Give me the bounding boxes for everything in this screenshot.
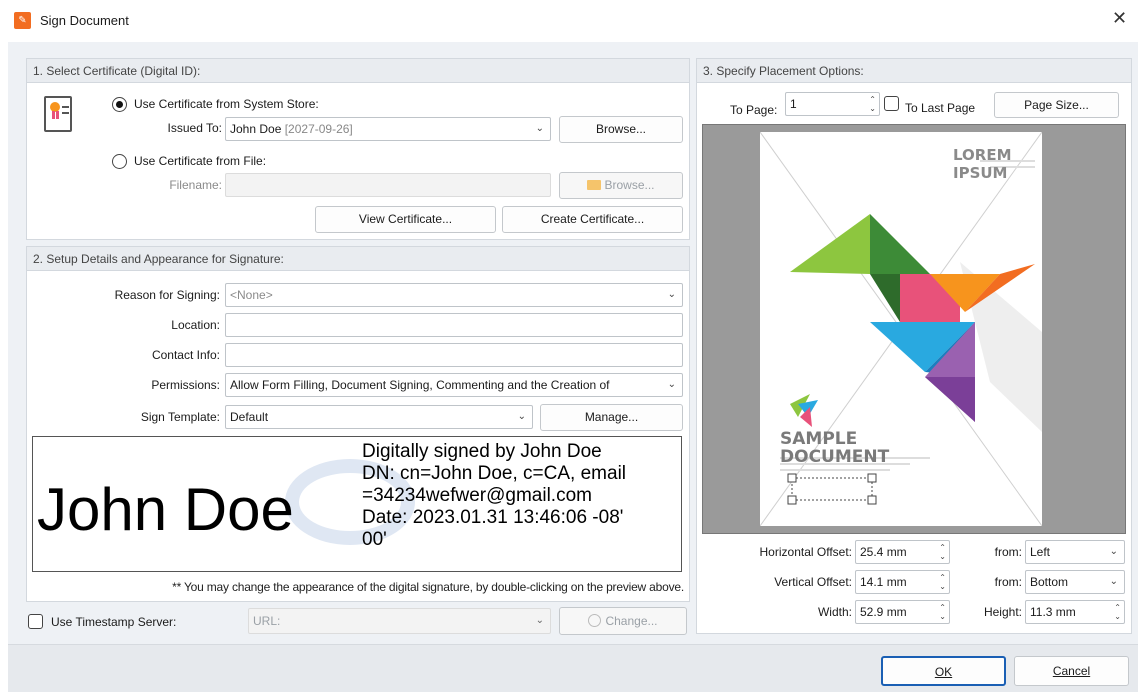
chevron-down-icon: ⌄ [517,411,526,422]
preview-lorem-title: LOREM IPSUM [953,146,1012,182]
to-page-value: 1 [790,97,797,111]
issued-to-label: Issued To: [167,121,222,135]
app-icon: ✎ [14,12,31,29]
system-store-label: Use Certificate from System Store: [134,97,319,111]
permissions-label: Permissions: [151,378,220,392]
to-page-input[interactable]: 1 ⌃ ⌄ [785,92,880,116]
browse-system-button[interactable]: Browse... [559,116,683,143]
signature-name: John Doe [37,476,294,543]
from-label-1: from: [994,545,1022,559]
vertical-offset-value: 14.1 mm [860,575,907,589]
manage-button[interactable]: Manage... [540,404,683,431]
chevron-down-icon: ⌄ [667,379,676,390]
horizontal-from-value: Left [1030,545,1051,559]
folder-icon [587,180,602,190]
timestamp-url-select[interactable]: URL: ⌄ [248,608,551,634]
permissions-value: Allow Form Filling, Document Signing, Co… [230,378,610,392]
signature-panel-title: 2. Setup Details and Appearance for Sign… [27,247,689,271]
file-radio-label: Use Certificate from File: [134,154,267,168]
vertical-offset-input[interactable]: 14.1 mm ⌃ ⌄ [855,570,950,594]
contact-input[interactable] [225,343,683,367]
reason-value: <None> [230,288,273,302]
sign-template-value: Default [230,410,269,424]
window-title: Sign Document [40,13,129,28]
view-certificate-button[interactable]: View Certificate... [315,206,496,233]
filename-label: Filename: [169,178,222,192]
timestamp-label: Use Timestamp Server: [51,615,177,629]
spinner-icon[interactable]: ⌃ ⌄ [939,541,946,561]
cancel-label: Cancel [1052,664,1091,678]
cancel-button[interactable]: Cancel [1014,656,1129,686]
browse-file-label: Browse... [604,178,655,192]
width-label: Width: [817,605,852,619]
location-label: Location: [171,318,220,332]
signature-detail-line4: Date: 2023.01.31 13:46:06 -08' [362,507,624,528]
signature-detail-line1: Digitally signed by John Doe [362,441,602,462]
placement-panel-title: 3. Specify Placement Options: [697,59,1131,83]
ok-button[interactable]: OK [881,656,1006,686]
horizontal-offset-input[interactable]: 25.4 mm ⌃ ⌄ [855,540,950,564]
height-input[interactable]: 11.3 mm ⌃ ⌄ [1025,600,1125,624]
file-radio[interactable] [112,154,127,169]
certificate-panel-title: 1. Select Certificate (Digital ID): [27,59,689,83]
change-icon [588,614,602,627]
contact-label: Contact Info: [151,348,220,362]
issued-to-select[interactable]: John Doe [2027-09-26] ⌄ [225,117,551,141]
reason-label: Reason for Signing: [114,288,220,302]
to-last-page-label: To Last Page [905,101,976,115]
chevron-down-icon: ⌄ [667,289,676,300]
chevron-down-icon: ⌄ [535,615,544,626]
from-label-2: from: [994,575,1022,589]
signature-detail-line3: =34234wefwer@gmail.com [362,485,592,506]
width-value: 52.9 mm [860,605,907,619]
issued-to-date: [2027-09-26] [284,122,353,136]
sign-template-label: Sign Template: [140,410,220,424]
page-preview[interactable]: LOREM IPSUM SAMPLE DOCUMENT [760,132,1042,526]
to-last-page-checkbox[interactable] [884,96,899,111]
page-size-button[interactable]: Page Size... [994,92,1119,118]
create-certificate-button[interactable]: Create Certificate... [502,206,683,233]
spinner-icon[interactable]: ⌃ ⌄ [939,601,946,621]
signature-detail-line5: 00' [362,529,387,550]
preview-sample-title: SAMPLE [780,429,858,449]
spinner-icon[interactable]: ⌃ ⌄ [869,93,876,113]
filename-input[interactable] [225,173,551,197]
horizontal-from-select[interactable]: Left ⌄ [1025,540,1125,564]
height-label: Height: [983,605,1022,619]
vertical-offset-label: Vertical Offset: [774,575,852,589]
timestamp-url-placeholder: URL: [253,614,281,628]
signature-preview[interactable]: John Doe Digitally signed by John Doe DN… [32,436,682,572]
signature-hint: ** You may change the appearance of the … [172,580,684,594]
spinner-icon[interactable]: ⌃ ⌄ [939,571,946,591]
certificate-icon [44,96,72,132]
title-bar [0,0,1138,42]
to-page-label: To Page: [730,103,778,117]
preview-document-title: DOCUMENT [780,447,890,467]
vertical-from-select[interactable]: Bottom ⌄ [1025,570,1125,594]
change-button[interactable]: Change... [559,607,687,635]
close-icon[interactable]: ✕ [1112,8,1127,28]
location-input[interactable] [225,313,683,337]
browse-file-button[interactable]: Browse... [559,172,683,199]
sign-template-select[interactable]: Default ⌄ [225,405,533,429]
horizontal-offset-value: 25.4 mm [860,545,907,559]
timestamp-checkbox[interactable] [28,614,43,629]
chevron-down-icon: ⌄ [1109,546,1118,557]
change-label: Change... [605,614,658,628]
horizontal-offset-label: Horizontal Offset: [759,545,852,559]
issued-to-name: John Doe [230,122,282,136]
height-value: 11.3 mm [1030,605,1076,619]
chevron-down-icon: ⌄ [1109,576,1118,587]
permissions-select[interactable]: Allow Form Filling, Document Signing, Co… [225,373,683,397]
signature-detail-line2: DN: cn=John Doe, c=CA, email [362,463,627,484]
ok-label: OK [934,665,953,679]
spinner-icon[interactable]: ⌃ ⌄ [1114,601,1121,621]
vertical-from-value: Bottom [1030,575,1069,589]
system-store-radio[interactable] [112,97,127,112]
width-input[interactable]: 52.9 mm ⌃ ⌄ [855,600,950,624]
chevron-down-icon: ⌄ [535,123,544,134]
reason-select[interactable]: <None> ⌄ [225,283,683,307]
